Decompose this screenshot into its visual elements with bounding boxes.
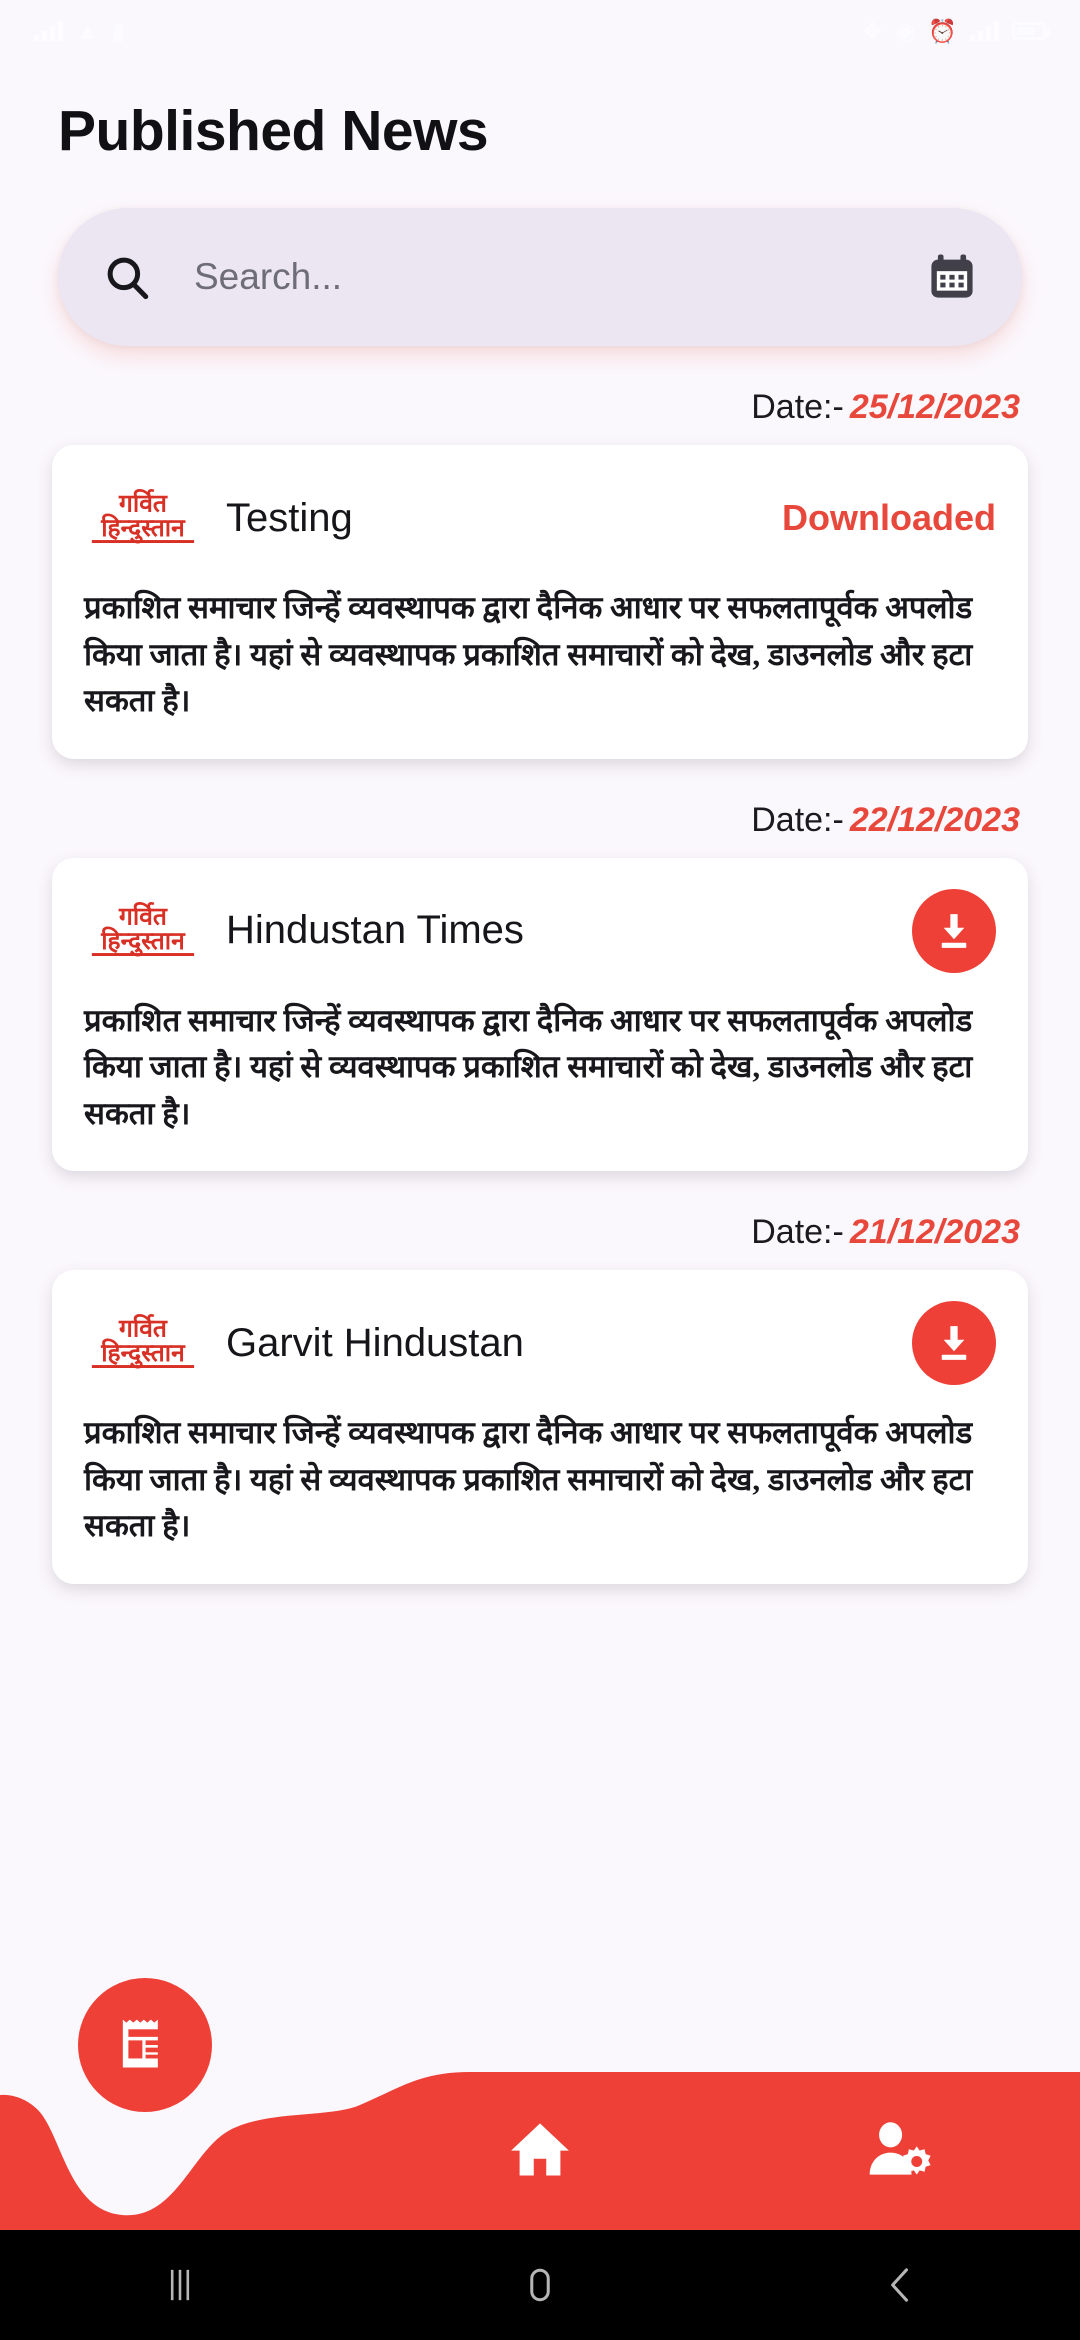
status-bar: ▲ ▮ ✥ ◉ ⏰: [0, 0, 1080, 62]
recents-icon: [170, 2269, 190, 2301]
news-card-title: Testing: [226, 495, 353, 540]
news-card[interactable]: गर्वित हिन्दुस्तान Testing Downloaded प्…: [52, 445, 1028, 759]
date-label: Date:-: [751, 1213, 844, 1251]
news-card-body: प्रकाशित समाचार जिन्हें व्यवस्थापक द्वार…: [84, 590, 973, 718]
android-system-nav: [0, 2230, 1080, 2340]
search-icon: [102, 252, 152, 302]
signal-icon: [970, 21, 999, 41]
status-bar-left: ▲ ▮: [34, 17, 125, 44]
svg-text:गर्वित: गर्वित: [118, 489, 168, 518]
news-card[interactable]: गर्वित हिन्दुस्तान Hindustan Times प्रका…: [52, 857, 1028, 1171]
status-bar-right: ✥ ◉ ⏰: [863, 17, 1050, 44]
garvit-hindustan-logo-icon: गर्वित हिन्दुस्तान: [84, 1310, 202, 1376]
alarm-icon: ⏰: [928, 17, 957, 44]
bluetooth-icon: ✥: [863, 17, 883, 44]
search-input[interactable]: [152, 256, 926, 298]
news-card-header: गर्वित हिन्दुस्तान Hindustan Times: [84, 888, 996, 974]
download-button[interactable]: [912, 1301, 996, 1385]
system-back-button[interactable]: [720, 2259, 1080, 2311]
date-label: Date:-: [751, 800, 844, 839]
news-date-row: Date:- 25/12/2023: [0, 346, 1080, 445]
vibrate-icon: ▮: [111, 17, 125, 44]
news-card-header: गर्वित हिन्दुस्तान Testing Downloaded: [84, 475, 996, 561]
nfc-icon: ◉: [895, 17, 916, 44]
bottom-navigation-bar: [0, 1978, 1080, 2230]
garvit-hindustan-logo-icon: गर्वित हिन्दुस्तान: [84, 485, 202, 551]
svg-text:गर्वित: गर्वित: [118, 901, 168, 930]
signal-bars-icon: [34, 21, 63, 41]
news-card-title: Garvit Hindustan: [226, 1320, 524, 1365]
date-label: Date:-: [751, 388, 844, 426]
nav-item-news[interactable]: [78, 1978, 212, 2112]
news-card-body: प्रकाशित समाचार जिन्हें व्यवस्थापक द्वार…: [84, 1415, 973, 1543]
back-chevron-icon: [891, 2268, 909, 2302]
news-card-header: गर्वित हिन्दुस्तान Garvit Hindustan: [84, 1300, 996, 1386]
svg-text:गर्वित: गर्वित: [118, 1314, 168, 1343]
system-recents-button[interactable]: [0, 2259, 360, 2311]
garvit-hindustan-logo-icon: गर्वित हिन्दुस्तान: [84, 898, 202, 964]
nav-item-home[interactable]: [360, 2116, 720, 2189]
newspaper-icon: [110, 2008, 180, 2083]
search-section: [0, 164, 1080, 346]
date-value: 21/12/2023: [849, 1213, 1020, 1251]
svg-text:हिन्दुस्तान: हिन्दुस्तान: [100, 926, 186, 957]
system-home-button[interactable]: [360, 2259, 720, 2311]
download-button[interactable]: [912, 888, 996, 973]
svg-text:हिन्दुस्तान: हिन्दुस्तान: [100, 513, 186, 544]
wifi-icon: ▲: [76, 17, 99, 44]
battery-icon: [1012, 22, 1050, 40]
date-value: 25/12/2023: [849, 388, 1020, 426]
news-date-row: Date:- 21/12/2023: [0, 1171, 1080, 1270]
news-list: Date:- 25/12/2023 गर्वित हिन्दुस्तान Test…: [0, 346, 1080, 1584]
search-bar[interactable]: [58, 208, 1022, 346]
calendar-icon[interactable]: [926, 251, 978, 303]
svg-text:हिन्दुस्तान: हिन्दुस्तान: [100, 1338, 186, 1369]
user-settings-icon: [866, 2116, 934, 2189]
nav-item-user-settings[interactable]: [720, 2116, 1080, 2189]
news-card[interactable]: गर्वित हिन्दुस्तान Garvit Hindustan प्रक…: [52, 1270, 1028, 1584]
home-icon: [506, 2116, 574, 2189]
news-card-body: प्रकाशित समाचार जिन्हें व्यवस्थापक द्वार…: [84, 1002, 973, 1131]
news-card-title: Hindustan Times: [226, 908, 524, 952]
date-value: 22/12/2023: [849, 800, 1020, 839]
home-circle-icon: [530, 2268, 550, 2302]
page-title: Published News: [58, 99, 489, 163]
status-badge: Downloaded: [782, 497, 996, 538]
news-date-row: Date:- 22/12/2023: [0, 759, 1080, 858]
